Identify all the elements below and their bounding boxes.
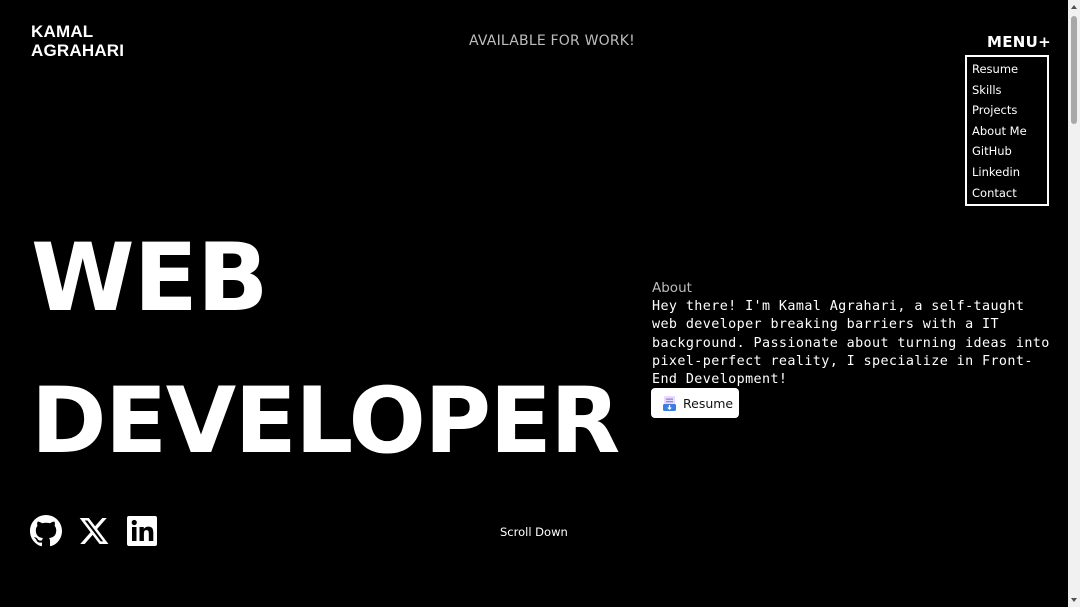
scroll-down-arrow-icon[interactable] xyxy=(1071,598,1077,602)
hero-title-line-1: WEB xyxy=(31,224,269,333)
menu-item-github[interactable]: GitHub xyxy=(972,141,1047,162)
scrollbar-thumb[interactable] xyxy=(1071,16,1077,124)
x-twitter-icon[interactable] xyxy=(78,515,110,547)
scroll-down-hint[interactable]: Scroll Down xyxy=(500,525,568,539)
hero-title-line-2: DEVELOPER xyxy=(31,369,620,474)
about-heading: About xyxy=(652,280,692,296)
menu-item-skills[interactable]: Skills xyxy=(972,80,1047,101)
page-scrollbar[interactable] xyxy=(1068,0,1080,607)
menu-dropdown: Resume Skills Projects About Me GitHub L… xyxy=(965,55,1049,206)
menu-item-resume[interactable]: Resume xyxy=(972,59,1047,80)
availability-status: AVAILABLE FOR WORK! xyxy=(469,33,635,49)
menu-item-contact[interactable]: Contact xyxy=(972,183,1047,204)
menu-item-projects[interactable]: Projects xyxy=(972,100,1047,121)
resume-button-label: Resume xyxy=(683,395,734,411)
linkedin-icon[interactable] xyxy=(126,515,158,547)
about-text: Hey there! I'm Kamal Agrahari, a self-ta… xyxy=(652,299,1050,388)
social-links xyxy=(30,515,158,547)
document-download-icon xyxy=(663,395,676,411)
menu-item-linkedin[interactable]: Linkedin xyxy=(972,162,1047,183)
menu-toggle-button[interactable]: MENU+ xyxy=(987,33,1051,51)
resume-button[interactable]: Resume xyxy=(651,388,739,418)
menu-item-about-me[interactable]: About Me xyxy=(972,121,1047,142)
github-icon[interactable] xyxy=(30,515,62,547)
scroll-up-arrow-icon[interactable] xyxy=(1071,5,1077,9)
